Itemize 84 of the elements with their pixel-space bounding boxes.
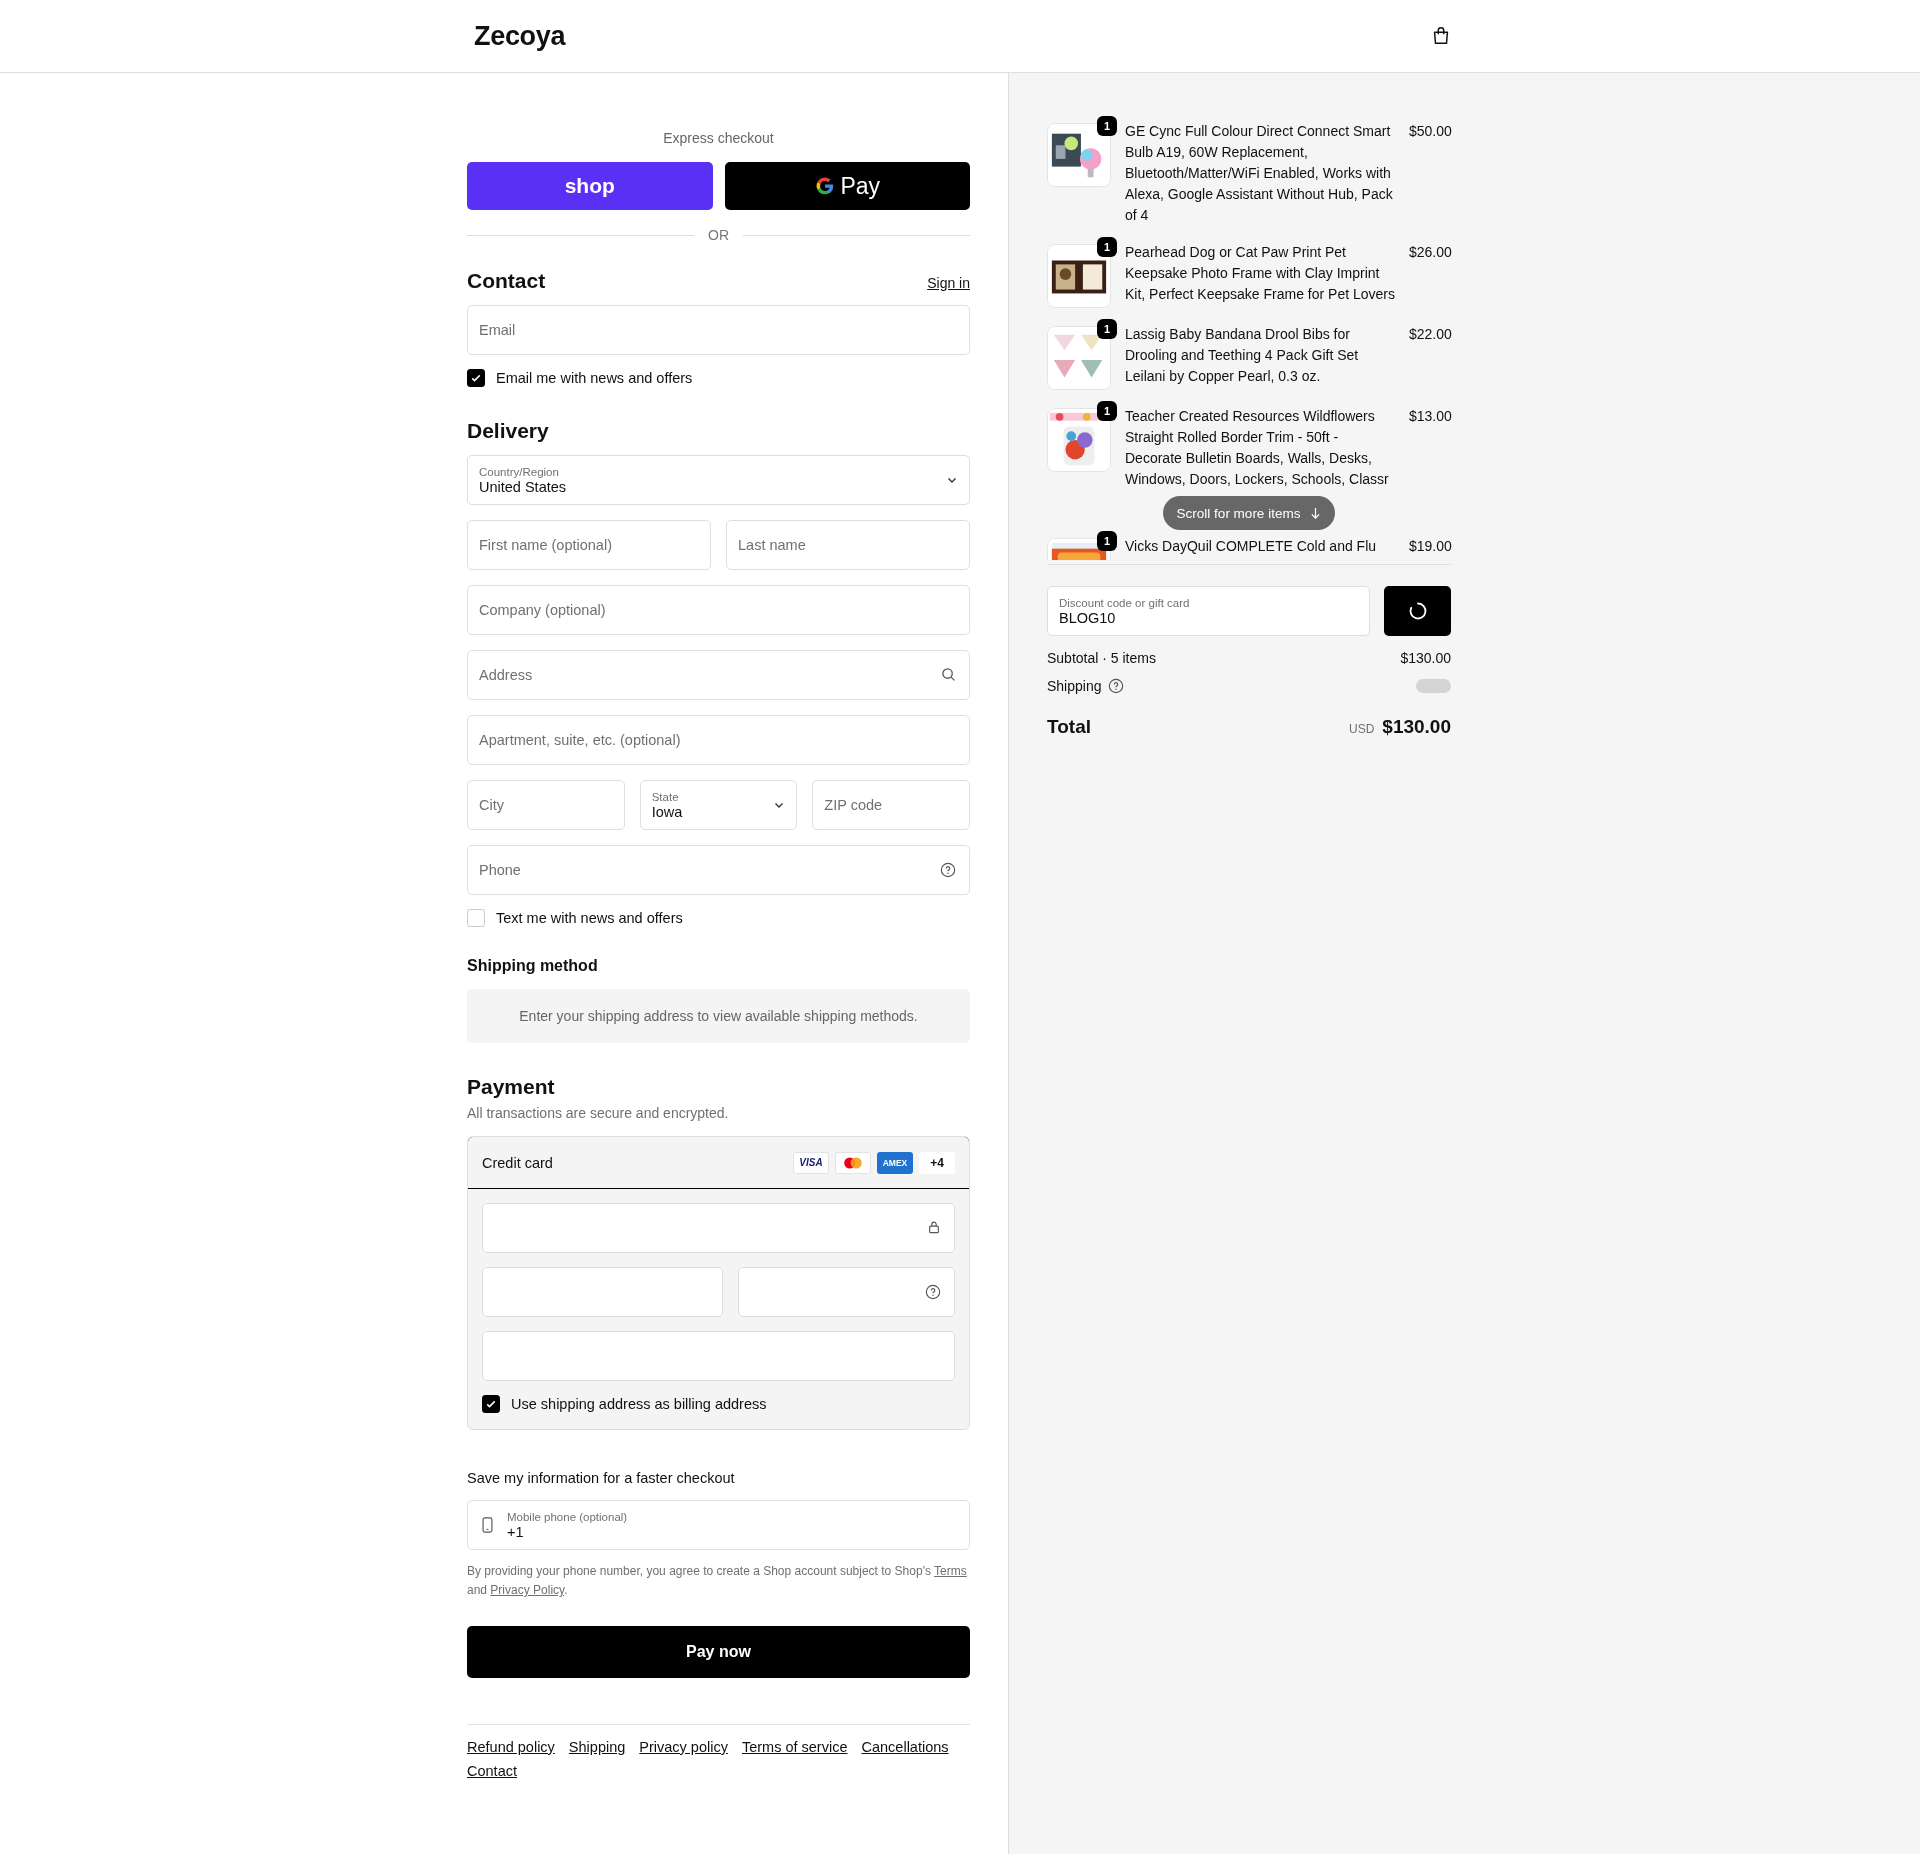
checkbox-label: Text me with news and offers [496,910,683,926]
lock-icon [927,1220,941,1234]
product-title: Pearhead Dog or Cat Paw Print Pet Keepsake Photo Frame with Clay Imprint Kit, Perfect Keepsake Frame for Pet Lovers [1125,243,1395,304]
product-title: Teacher Created Resources Wildflowers Straight Rolled Border Trim - 50ft - Decorate Bulletin Boards, Walls, Desks, Windows, Doors, Lockers, Schools, Classr [1125,407,1390,489]
select-field[interactable]: Country/Region United States [467,455,970,505]
section-heading: Payment [467,1075,556,1099]
total-label: Total [1047,716,1091,738]
arrow-down-icon [1310,506,1322,520]
section-heading: Shipping method [467,957,599,975]
save-info-heading: Save my information for a faster checkout [467,1470,736,1486]
footer-link[interactable]: Contact [467,1763,517,1779]
input-field[interactable]: City [467,780,625,830]
input-field[interactable]: Apartment, suite, etc. (optional) [467,715,970,765]
checkbox-label: Email me with news and offers [496,370,693,386]
checkmark-icon [485,1398,497,1410]
phone-field[interactable]: Phone [467,845,970,895]
quantity-badge: 1 [1097,401,1117,421]
email-field[interactable]: Email [467,305,970,355]
security-code-field[interactable] [738,1267,955,1317]
sign-in-link[interactable]: Sign in [927,275,970,291]
quantity-badge: 1 [1097,319,1117,339]
shop-pay-button[interactable]: shop [467,162,713,210]
footer-link[interactable]: Privacy policy [639,1739,728,1755]
google-pay-button[interactable]: Pay [724,162,970,210]
address-field[interactable]: Address [467,650,970,700]
mobile-phone-icon [482,1517,493,1533]
payment-method-label: Credit card [482,1154,553,1171]
card-brand-badge: AMEX [877,1151,913,1174]
shipping-cost-placeholder [1416,679,1451,693]
product-price: $22.00 [1409,325,1452,344]
store-logo[interactable]: Zecoya [474,20,566,52]
scroll-hint[interactable]: Scroll for more items [1162,496,1336,530]
checkbox[interactable] [482,1395,500,1413]
footer-link[interactable]: Cancellations [861,1739,949,1755]
mobile-phone-field[interactable]: Mobile phone (optional) +1 [467,1500,970,1550]
help-icon [1107,678,1124,694]
card-brand-badge: +4 [919,1151,955,1174]
or-divider-text: OR [708,227,729,243]
product-price: $50.00 [1409,122,1452,141]
quantity-badge: 1 [1097,237,1117,257]
terms-link[interactable]: Terms [934,1564,967,1578]
footer-link[interactable]: Terms of service [741,1739,848,1755]
expiry-field[interactable] [482,1267,723,1317]
checkbox[interactable] [467,369,485,387]
section-heading: Delivery [467,419,550,443]
input-field[interactable]: Last name [726,520,970,570]
credit-card-option[interactable]: Credit card VISA AMEX +4 [468,1137,969,1189]
subtotal-label: Subtotal · 5 items [1047,650,1156,666]
footer-link[interactable]: Shipping [568,1739,626,1755]
product-title: Lassig Baby Bandana Drool Bibs for Drooling and Teething 4 Pack Gift Set Leilani by Copper Pearl, 0.3 oz. [1125,325,1360,386]
quantity-badge: 1 [1097,116,1117,136]
checkbox-label: Use shipping address as billing address [511,1396,767,1412]
currency-code: USD [1348,722,1375,736]
total-value: $130.00 [1382,716,1451,738]
input-field[interactable]: First name (optional) [467,520,711,570]
subtotal-value: $130.00 [1400,650,1451,666]
card-brand-icon [835,1151,871,1174]
search-icon [941,667,956,682]
express-checkout-title: Express checkout [662,130,775,146]
product-title: Vicks DayQuil COMPLETE Cold and Flu [1125,537,1378,556]
checkmark-icon [470,372,482,384]
footer-link[interactable]: Refund policy [467,1739,555,1755]
spinner-icon [1407,601,1428,621]
card-number-field[interactable] [482,1203,955,1253]
section-heading: Contact [467,269,546,293]
product-price: $13.00 [1409,407,1452,426]
product-price: $26.00 [1409,243,1452,262]
shipping-notice: Enter your shipping address to view available shipping methods. [467,989,970,1043]
product-price: $19.00 [1409,537,1452,556]
product-title: GE Cync Full Colour Direct Connect Smart Bulb A19, 60W Replacement, Bluetooth/Matter/WiFi Enabled, Works with Alexa, Google Assistant Without Hub, Pack of 4 [1125,122,1394,225]
shipping-label: Shipping [1047,678,1102,694]
quantity-badge: 1 [1097,531,1117,551]
input-field[interactable]: ZIP code [812,780,970,830]
select-field[interactable]: State Iowa [639,780,798,830]
apply-button[interactable] [1384,586,1451,636]
input-field[interactable]: Company (optional) [467,585,970,635]
pay-now-button[interactable]: Pay now [467,1626,970,1678]
name-on-card-field[interactable] [482,1331,955,1381]
payment-subtitle: All transactions are secure and encrypted. [467,1105,730,1121]
card-brand-badge: VISA [793,1151,829,1174]
help-icon [925,1284,941,1300]
legal-text: By providing your phone number, you agree to create a Shop account subject to Shop's Terms and Privacy Policy. [467,1563,968,1599]
discount-code-field[interactable]: Discount code or gift card BLOG10 [1047,586,1370,636]
help-icon [940,862,956,878]
